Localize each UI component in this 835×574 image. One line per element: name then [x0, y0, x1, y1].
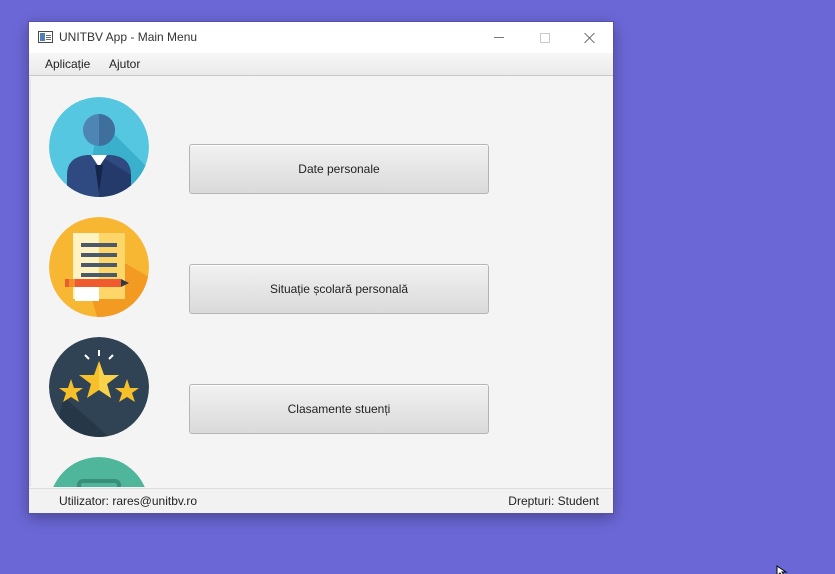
main-window: UNITBV App - Main Menu Aplicație Ajutor — [29, 22, 613, 513]
menu-ajutor[interactable]: Ajutor — [109, 57, 140, 71]
maximize-icon — [540, 32, 550, 43]
close-icon — [584, 32, 596, 44]
app-window-icon — [38, 31, 53, 43]
main-menu-list[interactable]: Date personale Situație școlară personal… — [29, 77, 613, 487]
user-profile-icon — [49, 97, 149, 197]
mouse-cursor-icon — [776, 565, 788, 574]
stars-ranking-icon — [49, 337, 149, 437]
document-grades-icon — [49, 217, 149, 317]
status-user: Utilizator: rares@unitbv.ro — [59, 494, 197, 508]
maximize-button[interactable] — [522, 22, 568, 53]
partial-teal-icon — [49, 457, 149, 487]
title-bar[interactable]: UNITBV App - Main Menu — [29, 22, 613, 53]
menu-aplicatie[interactable]: Aplicație — [45, 57, 90, 71]
situatie-scolara-button[interactable]: Situație școlară personală — [189, 264, 489, 314]
menu-bar: Aplicație Ajutor — [29, 53, 613, 76]
date-personale-button[interactable]: Date personale — [189, 144, 489, 194]
close-button[interactable] — [567, 22, 613, 53]
window-title: UNITBV App - Main Menu — [59, 30, 198, 44]
status-bar: Utilizator: rares@unitbv.ro Drepturi: St… — [29, 488, 613, 513]
clasamente-button[interactable]: Clasamente stuenți — [189, 384, 489, 434]
status-rights: Drepturi: Student — [508, 494, 599, 508]
minimize-button[interactable] — [476, 22, 522, 53]
minimize-icon — [494, 37, 504, 38]
